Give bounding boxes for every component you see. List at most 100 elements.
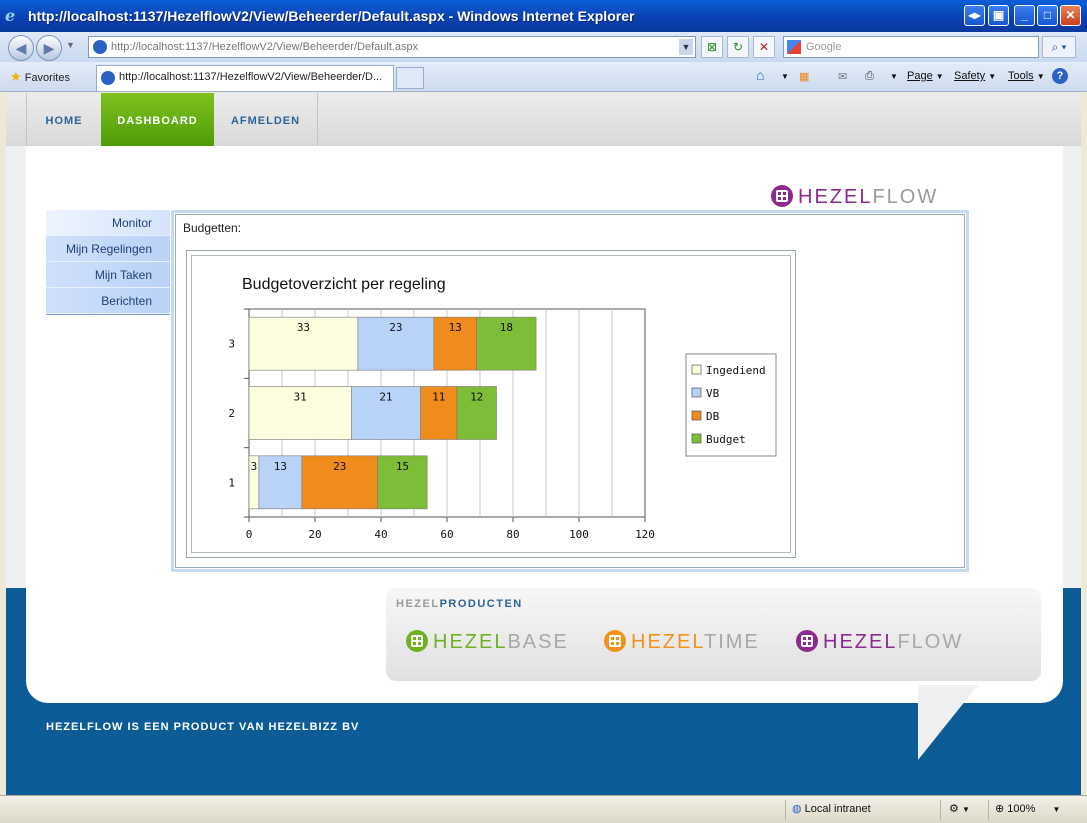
- sidebar-item-mijn-taken[interactable]: Mijn Taken: [46, 262, 170, 288]
- home-icon[interactable]: ⌂: [756, 67, 764, 83]
- forward-button[interactable]: ▶: [36, 35, 62, 61]
- hezeltime-part1: HEZEL: [631, 631, 704, 653]
- data-label: 23: [333, 460, 346, 473]
- hezelbase-logo[interactable]: HEZELBASE: [406, 630, 569, 654]
- hezelflow-logo-icon: [771, 185, 793, 207]
- hezeltime-logo[interactable]: HEZELTIME: [604, 630, 760, 654]
- data-label: 13: [449, 321, 462, 334]
- page-content: HOME DASHBOARD AFMELDEN HEZELFLOW Monito…: [6, 93, 1081, 795]
- page-icon: [93, 40, 107, 54]
- feeds-icon[interactable]: ▦: [799, 70, 809, 83]
- chart-title: Budgetoverzicht per regeling: [242, 276, 446, 293]
- x-tick-label: 0: [246, 528, 253, 541]
- hezelflow-product-logo[interactable]: HEZELFLOW: [796, 630, 963, 654]
- legend-label: DB: [706, 410, 720, 423]
- producten-header-part1: HEZEL: [396, 598, 440, 610]
- x-tick-label: 80: [506, 528, 519, 541]
- browser-tab-bar: ★ Favorites http://localhost:1137/Hezelf…: [0, 62, 1087, 92]
- logo-part1: HEZEL: [798, 186, 873, 208]
- y-tick-label: 2: [228, 407, 235, 420]
- nav-dashboard[interactable]: DASHBOARD: [101, 93, 214, 146]
- legend-label: VB: [706, 387, 720, 400]
- settings-icon: ⚙: [949, 803, 959, 815]
- maximize-button[interactable]: □: [1037, 5, 1058, 26]
- back-button[interactable]: ◀: [8, 35, 34, 61]
- data-label: 3: [251, 460, 258, 473]
- section-label: Budgetten:: [183, 221, 242, 235]
- window-title-bar: e http://localhost:1137/HezelflowV2/View…: [0, 0, 1087, 32]
- google-icon: [787, 40, 801, 54]
- site-top-nav: HOME DASHBOARD AFMELDEN: [6, 93, 1081, 146]
- home-dropdown-icon[interactable]: ▼: [781, 70, 789, 82]
- hezeltime-logo-icon: [604, 630, 626, 652]
- x-tick-label: 100: [569, 528, 589, 541]
- page-menu[interactable]: Page ▼: [907, 70, 944, 82]
- flip-window-icon[interactable]: ▣: [988, 5, 1009, 26]
- hezelflow-part2: FLOW: [897, 631, 964, 653]
- zoom-control[interactable]: ⊕ 100% ▼: [988, 800, 1078, 820]
- close-button[interactable]: ✕: [1060, 5, 1081, 26]
- ie-logo-icon: e: [5, 6, 16, 25]
- nav-home[interactable]: HOME: [27, 93, 101, 146]
- compatibility-icon[interactable]: ⊠: [701, 36, 723, 58]
- sidebar: Monitor Mijn Regelingen Mijn Taken Beric…: [46, 210, 170, 315]
- mail-icon[interactable]: ✉: [838, 70, 847, 83]
- address-bar[interactable]: http://localhost:1137/HezelflowV2/View/B…: [88, 36, 696, 58]
- y-tick-label: 1: [228, 476, 235, 489]
- nav-afmelden[interactable]: AFMELDEN: [214, 93, 317, 146]
- tools-menu-label: Tools: [1008, 70, 1034, 82]
- legend-label: Budget: [706, 433, 746, 446]
- help-icon[interactable]: ?: [1052, 68, 1068, 84]
- x-tick-label: 40: [374, 528, 387, 541]
- data-label: 23: [389, 321, 402, 334]
- favorites-label: Favorites: [24, 72, 70, 84]
- sidebar-item-monitor[interactable]: Monitor: [46, 210, 170, 236]
- hezelflow-part1: HEZEL: [823, 631, 898, 653]
- legend-swatch: [691, 433, 702, 444]
- producten-header: HEZELPRODUCTEN: [396, 598, 523, 610]
- stop-button[interactable]: ✕: [753, 36, 775, 58]
- sidebar-item-berichten[interactable]: Berichten: [46, 288, 170, 314]
- hezelflow-logo: HEZELFLOW: [771, 185, 938, 209]
- print-dropdown-icon[interactable]: ▼: [890, 70, 898, 82]
- x-tick-label: 120: [635, 528, 655, 541]
- browser-tab[interactable]: http://localhost:1137/HezelflowV2/View/B…: [96, 65, 394, 91]
- nav-divider: [317, 93, 318, 146]
- new-tab-button[interactable]: [396, 67, 424, 89]
- page-menu-label: Page: [907, 70, 933, 82]
- safety-menu[interactable]: Safety ▼: [954, 70, 996, 82]
- chart-frame: Budgetoverzicht per regeling 1 3 13 23 15 2 31 2…: [186, 250, 796, 558]
- data-label: 21: [379, 391, 392, 404]
- hezelbase-logo-icon: [406, 630, 428, 652]
- legend-label: Ingediend: [706, 364, 766, 377]
- globe-icon: ◍: [792, 803, 802, 815]
- hezelbase-part2: BASE: [507, 631, 569, 653]
- y-tick-label: 3: [228, 338, 235, 351]
- x-tick-label: 20: [308, 528, 321, 541]
- search-placeholder: Google: [806, 41, 842, 53]
- sidebar-item-mijn-regelingen[interactable]: Mijn Regelingen: [46, 236, 170, 262]
- budget-chart: Budgetoverzicht per regeling13 13 23 15231 2…: [228, 276, 777, 541]
- print-icon[interactable]: ⎙: [865, 70, 874, 83]
- safety-menu-label: Safety: [954, 70, 986, 82]
- zone-indicator[interactable]: ◍ Local intranet: [785, 800, 935, 820]
- star-icon: ★: [10, 69, 22, 84]
- data-label: 18: [500, 321, 513, 334]
- refresh-button[interactable]: ↻: [727, 36, 749, 58]
- history-dropdown-icon[interactable]: ▼: [66, 40, 75, 50]
- x-tick-label: 60: [440, 528, 453, 541]
- protected-mode-button[interactable]: ⚙ ▼: [940, 800, 986, 820]
- window-title: http://localhost:1137/HezelflowV2/View/B…: [28, 8, 635, 24]
- favorites-button[interactable]: ★ Favorites: [10, 69, 70, 85]
- tools-menu[interactable]: Tools ▼: [1008, 70, 1045, 82]
- search-input[interactable]: Google: [783, 36, 1039, 58]
- logo-part2: FLOW: [872, 186, 939, 208]
- status-bar: ◍ Local intranet ⚙ ▼ ⊕ 100% ▼: [0, 795, 1087, 823]
- data-label: 15: [396, 460, 409, 473]
- page-icon: [101, 71, 115, 85]
- search-button[interactable]: ⌕ ▾: [1042, 36, 1076, 58]
- hezelbase-part1: HEZEL: [433, 631, 508, 653]
- minimize-button[interactable]: _: [1014, 5, 1035, 26]
- address-dropdown-icon[interactable]: ▼: [679, 39, 693, 55]
- switch-window-icon[interactable]: ◂▸: [964, 5, 985, 26]
